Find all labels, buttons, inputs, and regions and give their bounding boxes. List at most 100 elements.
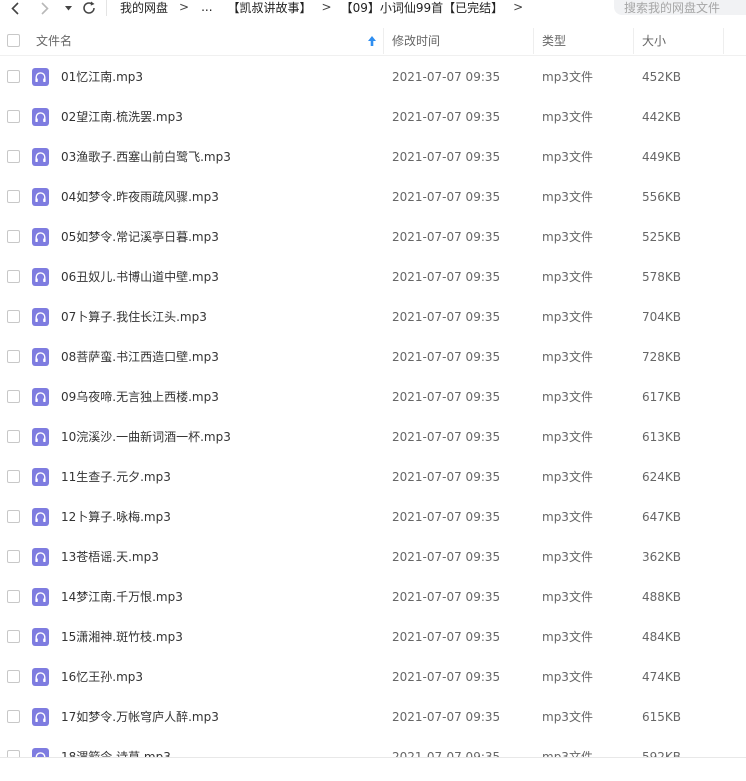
audio-file-icon [32,548,49,566]
column-header-type[interactable]: 类型 [542,26,566,56]
file-modified-time: 2021-07-07 09:35 [392,110,501,124]
refresh-icon[interactable] [80,0,98,16]
column-divider[interactable] [633,28,634,54]
file-type: mp3文件 [542,430,593,444]
file-type: mp3文件 [542,750,593,757]
file-row[interactable]: 01忆江南.mp3 2021-07-07 09:35 mp3文件 452KB [0,57,746,97]
column-header-modified[interactable]: 修改时间 [392,26,440,56]
file-name[interactable]: 09乌夜啼.无言独上西楼.mp3 [61,377,219,417]
row-checkbox[interactable] [7,670,20,683]
file-size: 449KB [642,150,682,164]
breadcrumb-item-ellipsis[interactable]: ... [201,0,212,14]
audio-file-icon [32,188,49,206]
breadcrumb-item-root[interactable]: 我的网盘 [120,0,168,16]
row-checkbox[interactable] [7,550,20,563]
file-name[interactable]: 07卜算子.我住长江头.mp3 [61,297,207,337]
file-size: 617KB [642,390,682,404]
row-checkbox[interactable] [7,230,20,243]
file-name[interactable]: 03渔歌子.西塞山前白鹭飞.mp3 [61,137,231,177]
file-row[interactable]: 05如梦令.常记溪亭日暮.mp3 2021-07-07 09:35 mp3文件 525… [0,217,746,257]
breadcrumb-separator: > [179,0,190,14]
audio-file-icon [32,308,49,326]
caret-down-icon[interactable] [63,0,73,16]
breadcrumb-item-folder[interactable]: 【凯叔讲故事】 [228,0,312,16]
file-row[interactable]: 11生查子.元夕.mp3 2021-07-07 09:35 mp3文件 624KB [0,457,746,497]
file-name[interactable]: 14梦江南.千万恨.mp3 [61,577,183,617]
file-name[interactable]: 10浣溪沙.一曲新词酒一杯.mp3 [61,417,231,457]
file-name[interactable]: 15潇湘神.斑竹枝.mp3 [61,617,183,657]
file-size: 488KB [642,590,682,604]
row-checkbox[interactable] [7,590,20,603]
file-name[interactable]: 16忆王孙.mp3 [61,657,143,697]
row-checkbox[interactable] [7,750,20,757]
audio-file-icon [32,668,49,686]
file-row[interactable]: 17如梦令.万帐穹庐人醉.mp3 2021-07-07 09:35 mp3文件 615… [0,697,746,737]
file-row[interactable]: 03渔歌子.西塞山前白鹭飞.mp3 2021-07-07 09:35 mp3文件 44… [0,137,746,177]
audio-file-icon [32,68,49,86]
column-header-name[interactable]: 文件名 [36,26,72,56]
file-row[interactable]: 15潇湘神.斑竹枝.mp3 2021-07-07 09:35 mp3文件 484KB [0,617,746,657]
file-size: 592KB [642,750,682,757]
file-row[interactable]: 09乌夜啼.无言独上西楼.mp3 2021-07-07 09:35 mp3文件 617… [0,377,746,417]
file-row[interactable]: 16忆王孙.mp3 2021-07-07 09:35 mp3文件 474KB [0,657,746,697]
file-name[interactable]: 04如梦令.昨夜雨疏风骤.mp3 [61,177,219,217]
file-name[interactable]: 08菩萨蛮.书江西造口壁.mp3 [61,337,219,377]
row-checkbox[interactable] [7,270,20,283]
file-row[interactable]: 07卜算子.我住长江头.mp3 2021-07-07 09:35 mp3文件 704K… [0,297,746,337]
file-type: mp3文件 [542,270,593,284]
row-checkbox[interactable] [7,310,20,323]
row-checkbox[interactable] [7,470,20,483]
file-row[interactable]: 12卜算子.咏梅.mp3 2021-07-07 09:35 mp3文件 647KB [0,497,746,537]
column-divider[interactable] [533,28,534,54]
chevron-right-icon[interactable] [38,0,52,16]
file-row[interactable]: 14梦江南.千万恨.mp3 2021-07-07 09:35 mp3文件 488KB [0,577,746,617]
file-row[interactable]: 13苍梧谣.天.mp3 2021-07-07 09:35 mp3文件 362KB [0,537,746,577]
file-name[interactable]: 18渭箭令.诗草.mp3 [61,737,171,757]
file-type: mp3文件 [542,630,593,644]
file-name[interactable]: 05如梦令.常记溪亭日暮.mp3 [61,217,219,257]
file-name[interactable]: 11生查子.元夕.mp3 [61,457,171,497]
row-checkbox[interactable] [7,390,20,403]
file-size: 362KB [642,550,682,564]
file-type: mp3文件 [542,510,593,524]
file-modified-time: 2021-07-07 09:35 [392,470,501,484]
file-name[interactable]: 01忆江南.mp3 [61,57,143,97]
file-type: mp3文件 [542,230,593,244]
file-row[interactable]: 06丑奴儿.书博山道中壁.mp3 2021-07-07 09:35 mp3文件 578… [0,257,746,297]
row-checkbox[interactable] [7,710,20,723]
chevron-left-icon[interactable] [8,0,22,16]
breadcrumb-item-current[interactable]: 【09】小词仙99首【已完结】 [341,0,504,16]
file-name[interactable]: 17如梦令.万帐穹庐人醉.mp3 [61,697,219,737]
file-name[interactable]: 13苍梧谣.天.mp3 [61,537,159,577]
file-row[interactable]: 02望江南.梳洗罢.mp3 2021-07-07 09:35 mp3文件 442KB [0,97,746,137]
row-checkbox[interactable] [7,190,20,203]
file-name[interactable]: 02望江南.梳洗罢.mp3 [61,97,183,137]
file-row[interactable]: 18渭箭令.诗草.mp3 2021-07-07 09:35 mp3文件 592KB [0,737,746,757]
row-checkbox[interactable] [7,150,20,163]
sort-arrow-up-icon[interactable] [367,35,377,47]
file-size: 474KB [642,670,682,684]
file-type: mp3文件 [542,470,593,484]
audio-file-icon [32,468,49,486]
footer-area [0,758,746,781]
file-name[interactable]: 06丑奴儿.书博山道中壁.mp3 [61,257,219,297]
file-name[interactable]: 12卜算子.咏梅.mp3 [61,497,171,537]
file-row[interactable]: 08菩萨蛮.书江西造口壁.mp3 2021-07-07 09:35 mp3文件 728… [0,337,746,377]
row-checkbox[interactable] [7,430,20,443]
row-checkbox[interactable] [7,70,20,83]
breadcrumb: 我的网盘 > ... 【凯叔讲故事】 > 【09】小词仙99首【已完结】 > [120,0,523,16]
file-row[interactable]: 10浣溪沙.一曲新词酒一杯.mp3 2021-07-07 09:35 mp3文件 61… [0,417,746,457]
column-header-size[interactable]: 大小 [642,26,666,56]
search-placeholder: 搜索我的网盘文件 [624,1,721,15]
column-divider[interactable] [383,28,384,54]
row-checkbox[interactable] [7,350,20,363]
file-row[interactable]: 04如梦令.昨夜雨疏风骤.mp3 2021-07-07 09:35 mp3文件 556… [0,177,746,217]
file-size: 442KB [642,110,682,124]
row-checkbox[interactable] [7,510,20,523]
row-checkbox[interactable] [7,630,20,643]
row-checkbox[interactable] [7,110,20,123]
select-all-checkbox[interactable] [7,34,20,47]
file-type: mp3文件 [542,70,593,84]
search-input[interactable]: 搜索我的网盘文件 [614,0,746,15]
column-divider[interactable] [723,28,724,54]
